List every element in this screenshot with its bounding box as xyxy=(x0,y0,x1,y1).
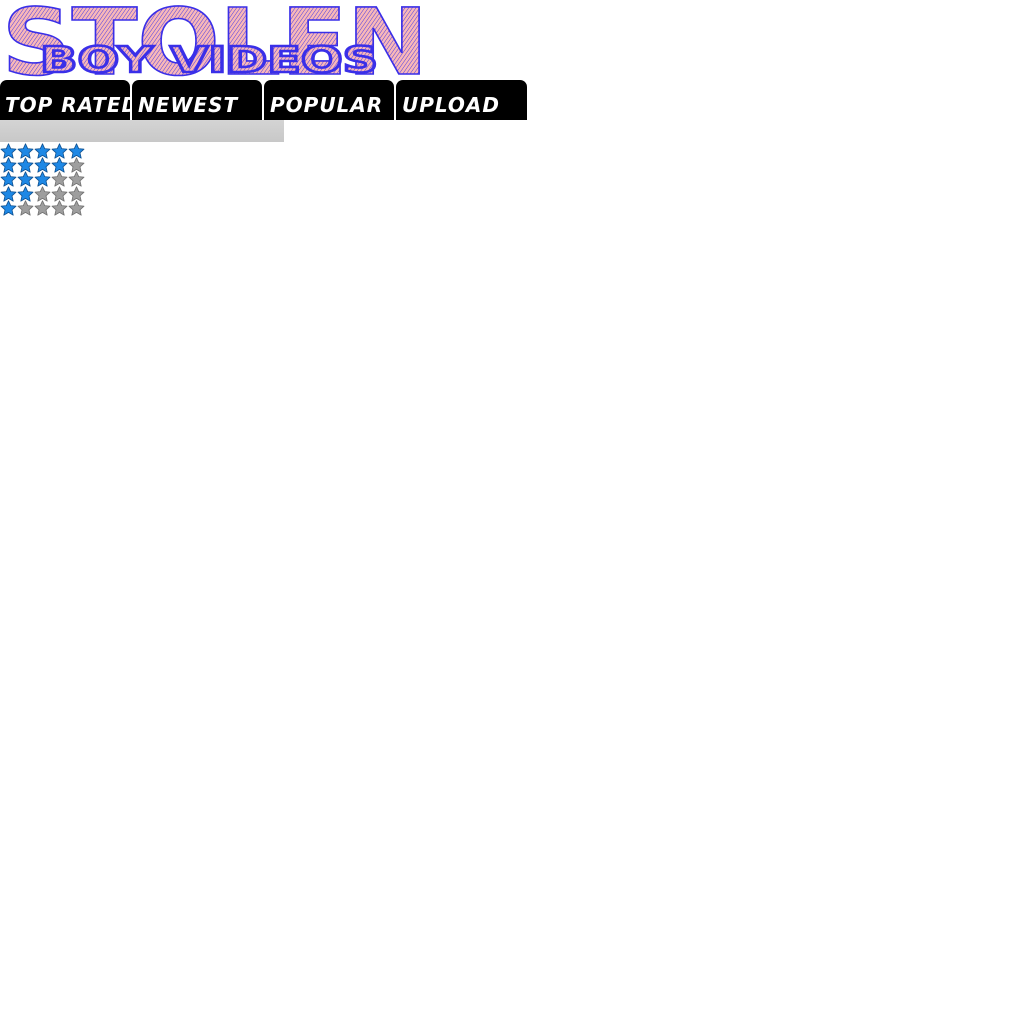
star-filled-icon xyxy=(0,200,17,216)
tab-popular[interactable]: POPULAR xyxy=(264,80,394,120)
site-logo-graphic: STOLEN BOY VIDEOS xyxy=(1,0,429,80)
rating-row-1-stars[interactable] xyxy=(0,200,86,216)
tab-top-rated[interactable]: TOP RATED xyxy=(0,80,138,120)
tab-upload-label: UPLOAD xyxy=(402,93,501,117)
star-empty-icon xyxy=(51,200,68,216)
rating-filter-list xyxy=(0,142,86,216)
main-nav: TOP RATED NEWEST POPULAR UPLOAD xyxy=(0,80,527,120)
site-logo[interactable]: STOLEN BOY VIDEOS xyxy=(0,0,432,80)
tab-newest-label: NEWEST xyxy=(138,93,239,117)
star-empty-icon xyxy=(68,200,85,216)
placeholder-glyph xyxy=(289,121,294,125)
tab-newest[interactable]: NEWEST xyxy=(132,80,262,120)
logo-line2: BOY VIDEOS xyxy=(40,40,378,80)
content-placeholder-bar xyxy=(0,120,284,142)
tab-upload[interactable]: UPLOAD xyxy=(396,80,527,120)
star-empty-icon xyxy=(17,200,34,216)
tab-top-rated-label: TOP RATED xyxy=(5,93,140,117)
tab-popular-label: POPULAR xyxy=(270,93,384,117)
star-empty-icon xyxy=(34,200,51,216)
